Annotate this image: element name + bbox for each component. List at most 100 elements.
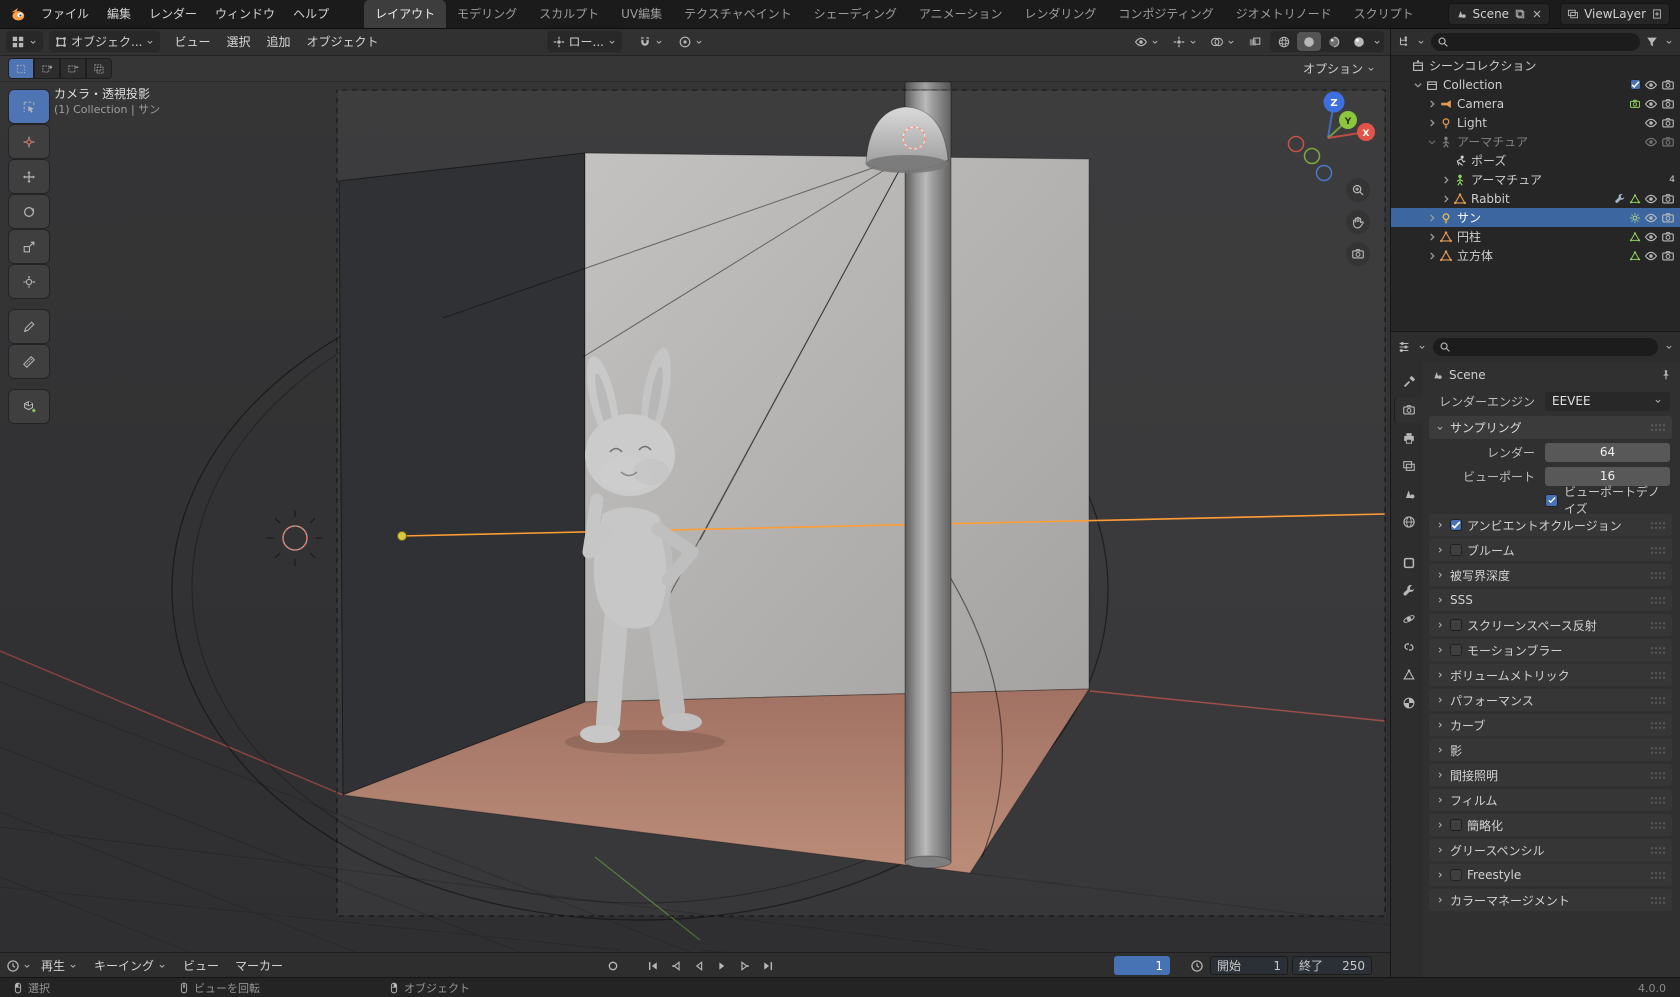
section-motion-blur[interactable]: モーションブラー: [1429, 639, 1672, 661]
outliner-search-input[interactable]: [1431, 32, 1640, 51]
section-bloom[interactable]: ブルーム: [1429, 539, 1672, 561]
section-indirect-lighting[interactable]: 間接照明: [1429, 764, 1672, 786]
viewport-denoise-checkbox[interactable]: [1545, 493, 1558, 507]
viewport-menu-view[interactable]: ビュー: [166, 33, 218, 50]
tool-transform-button[interactable]: [9, 265, 49, 298]
scene-selector[interactable]: Scene: [1448, 3, 1551, 25]
timeline-menu-marker[interactable]: マーカー: [228, 953, 290, 978]
properties-tab-tool[interactable]: [1395, 369, 1423, 395]
eye-icon[interactable]: [1644, 135, 1658, 149]
workspace-tab-geometry-nodes[interactable]: ジオメトリノード: [1225, 0, 1343, 28]
eye-icon[interactable]: [1644, 78, 1658, 92]
section-screen-space-reflections[interactable]: スクリーンスペース反射: [1429, 614, 1672, 636]
panel-drag-handle[interactable]: [1650, 620, 1666, 630]
panel-drag-handle[interactable]: [1650, 520, 1666, 530]
tool-add-cube-button[interactable]: [9, 390, 49, 423]
eye-icon[interactable]: [1644, 211, 1658, 225]
tool-annotate-button[interactable]: [9, 310, 49, 343]
shading-solid-button[interactable]: [1297, 32, 1321, 51]
eye-icon[interactable]: [1644, 192, 1658, 206]
panel-drag-handle[interactable]: [1650, 670, 1666, 680]
properties-tab-output[interactable]: [1395, 425, 1423, 451]
section-grease-pencil[interactable]: グリースペンシル: [1429, 839, 1672, 861]
properties-tab-material[interactable]: [1395, 690, 1423, 716]
timeline-menu-playback[interactable]: 再生: [34, 953, 85, 978]
workspace-tab-layout[interactable]: レイアウト: [364, 0, 447, 28]
panel-drag-handle[interactable]: [1650, 720, 1666, 730]
properties-tab-view-layer[interactable]: [1395, 453, 1423, 479]
viewport-menu-select[interactable]: 選択: [218, 33, 258, 50]
section-color-management[interactable]: カラーマネージメント: [1429, 889, 1672, 911]
pin-icon[interactable]: [1660, 369, 1672, 381]
chevron-right-icon[interactable]: [1439, 173, 1453, 187]
chevron-down-icon[interactable]: [1411, 78, 1425, 92]
gizmos-dropdown[interactable]: [1168, 31, 1202, 52]
section-freestyle-checkbox[interactable]: [1450, 869, 1462, 881]
camera-toggle-icon[interactable]: [1661, 135, 1675, 149]
section-simplify-checkbox[interactable]: [1450, 819, 1462, 831]
prev-keyframe-button[interactable]: [665, 956, 686, 975]
properties-tab-object-data[interactable]: [1395, 662, 1423, 688]
panel-drag-handle[interactable]: [1650, 645, 1666, 655]
transform-orientation-dropdown[interactable]: ロー...: [546, 31, 622, 52]
blender-logo-icon[interactable]: [8, 5, 26, 23]
chevron-down-icon[interactable]: [1664, 342, 1674, 352]
menu-help[interactable]: ヘルプ: [284, 1, 338, 28]
auto-keying-button[interactable]: [602, 956, 623, 975]
workspace-tab-shading[interactable]: シェーディング: [803, 0, 908, 28]
jump-last-button[interactable]: [757, 956, 778, 975]
visibility-dropdown[interactable]: [1130, 31, 1164, 52]
workspace-tab-rendering[interactable]: レンダリング: [1013, 0, 1107, 28]
current-frame-field[interactable]: 1: [1114, 956, 1170, 975]
axis-plus-x-ball[interactable]: X: [1357, 123, 1375, 141]
snap-toggle[interactable]: [634, 31, 668, 52]
outliner-item-pose[interactable]: ポーズ: [1391, 151, 1680, 170]
panel-drag-handle[interactable]: [1650, 570, 1666, 580]
properties-tab-constraints[interactable]: [1395, 634, 1423, 660]
tool-select-box-button[interactable]: [9, 90, 49, 123]
section-subsurface-scattering[interactable]: SSS: [1429, 589, 1672, 611]
render-samples-field[interactable]: 64: [1545, 442, 1670, 462]
camera-toggle-icon[interactable]: [1661, 97, 1675, 111]
panel-drag-handle[interactable]: [1650, 820, 1666, 830]
menu-render[interactable]: レンダー: [140, 1, 206, 28]
chevron-down-icon[interactable]: [1417, 342, 1427, 352]
axis-minus-x-ball[interactable]: [1287, 135, 1305, 153]
timeline-editor-icon[interactable]: [6, 959, 20, 973]
mode-dropdown[interactable]: オブジェク...: [49, 31, 161, 52]
chevron-down-icon[interactable]: [1372, 37, 1382, 47]
navigation-gizmo[interactable]: Z Y X: [1282, 86, 1378, 182]
frame-start-field[interactable]: 開始 1: [1210, 956, 1288, 975]
panel-drag-handle[interactable]: [1650, 895, 1666, 905]
camera-toggle-icon[interactable]: [1661, 211, 1675, 225]
chevron-down-icon[interactable]: [1425, 135, 1439, 149]
properties-tab-modifiers[interactable]: [1395, 578, 1423, 604]
viewlayer-selector[interactable]: ViewLayer: [1560, 3, 1670, 25]
properties-tab-object[interactable]: [1395, 550, 1423, 576]
axis-plus-y-ball[interactable]: Y: [1339, 111, 1357, 129]
outliner-item-cube[interactable]: 立方体: [1391, 246, 1680, 265]
section-screen-space-reflections-checkbox[interactable]: [1450, 619, 1462, 631]
properties-tab-scene[interactable]: [1395, 481, 1423, 507]
outliner-item-sun[interactable]: サン: [1391, 208, 1680, 227]
workspace-tab-sculpting[interactable]: スカルプト: [528, 0, 610, 28]
shading-wireframe-button[interactable]: [1272, 32, 1296, 51]
properties-editor-icon[interactable]: [1397, 340, 1411, 354]
tool-options-dropdown[interactable]: オプション: [1297, 60, 1382, 77]
filter-icon[interactable]: [1645, 35, 1659, 49]
delete-scene-icon[interactable]: [1531, 8, 1543, 20]
section-shadows[interactable]: 影: [1429, 739, 1672, 761]
axis-minus-y-ball[interactable]: [1303, 147, 1321, 165]
outliner-item-rabbit[interactable]: Rabbit: [1391, 189, 1680, 208]
axis-plus-z-ball[interactable]: Z: [1323, 91, 1345, 113]
overlays-dropdown[interactable]: [1206, 31, 1240, 52]
menu-window[interactable]: ウィンドウ: [206, 1, 284, 28]
timeline-menu-keying[interactable]: キーイング: [87, 953, 174, 978]
section-simplify[interactable]: 簡略化: [1429, 814, 1672, 836]
outliner-editor-icon[interactable]: [1397, 35, 1411, 49]
zoom-button[interactable]: [1346, 178, 1370, 202]
properties-tab-render[interactable]: [1395, 397, 1423, 423]
panel-drag-handle[interactable]: [1650, 795, 1666, 805]
camera-view-button[interactable]: [1346, 242, 1370, 266]
tool-cursor-button[interactable]: [9, 125, 49, 158]
